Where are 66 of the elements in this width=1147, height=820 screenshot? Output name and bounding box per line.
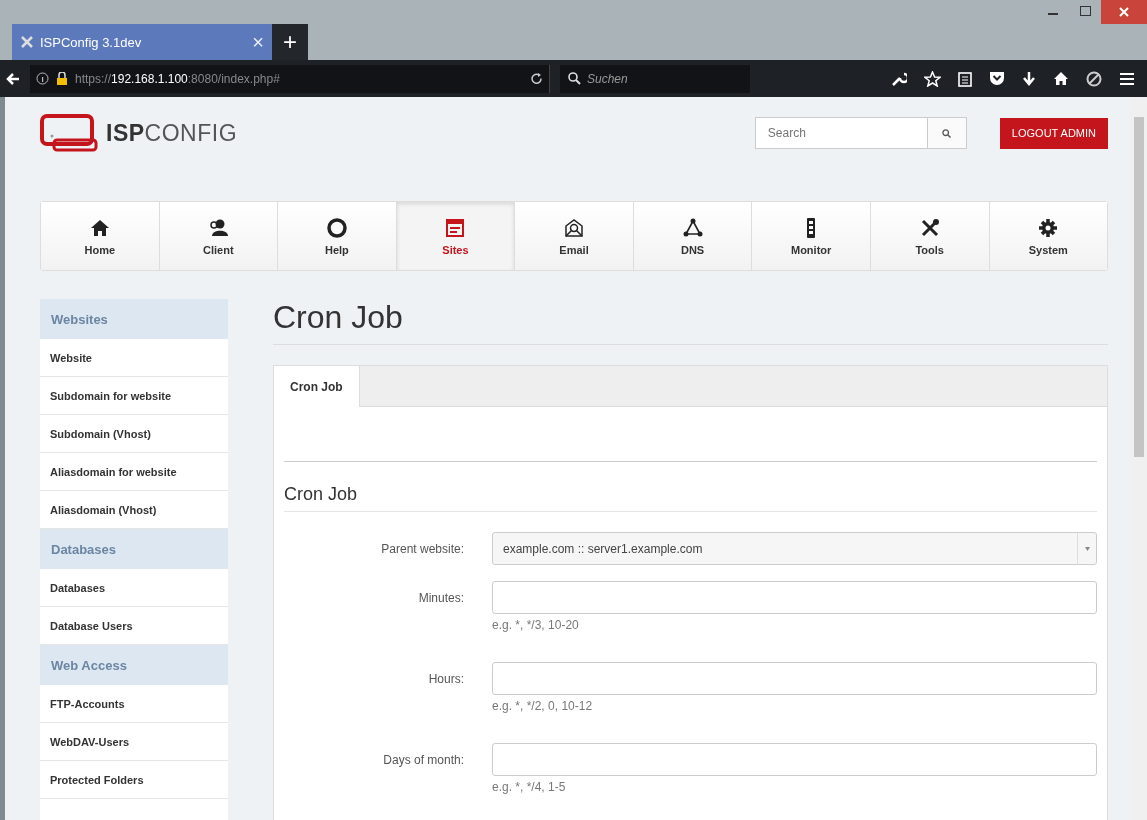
sidebar-item[interactable]: Aliasdomain for website — [40, 453, 228, 491]
home-icon[interactable] — [1053, 71, 1069, 86]
text-field[interactable] — [492, 662, 1097, 695]
browser-window-icon — [444, 216, 467, 239]
nav-tab[interactable]: Tools — [870, 202, 990, 270]
sidebar-section-header: Databases — [40, 529, 228, 569]
caret-icon — [1084, 546, 1090, 551]
network-icon — [681, 216, 704, 239]
sidebar-item[interactable]: Subdomain (Vhost) — [40, 415, 228, 453]
reload-icon[interactable] — [530, 72, 543, 85]
tab-title: ISPConfig 3.1dev — [40, 34, 143, 50]
menu-icon[interactable] — [1119, 71, 1135, 86]
blocked-icon[interactable] — [1086, 70, 1102, 87]
scrollbar[interactable] — [1130, 97, 1147, 820]
nav-tab[interactable]: Home — [41, 202, 160, 270]
sidebar-item[interactable]: Databases — [40, 569, 228, 607]
close-icon[interactable] — [1101, 0, 1147, 24]
search-icon — [568, 72, 581, 85]
url-text: https://192.168.1.100:8080/index.php# — [75, 71, 281, 86]
sidebar-item[interactable]: Website — [40, 339, 228, 377]
nav-tab[interactable]: Monitor — [752, 202, 871, 270]
nav-tab[interactable]: Email — [515, 202, 634, 270]
sidebar-item[interactable]: Subdomain for website — [40, 377, 228, 415]
logout-button[interactable]: LOGOUT ADMIN — [999, 117, 1108, 149]
padlock-icon — [55, 72, 69, 85]
sidebar-item[interactable]: WebDAV-Users — [40, 723, 228, 761]
sidebar-item[interactable]: Protected Folders — [40, 761, 228, 799]
search-field[interactable]: Search — [754, 117, 927, 149]
new-tab-button[interactable]: + — [272, 24, 308, 60]
page-title: Cron Job — [273, 299, 1108, 345]
address-bar[interactable]: https://192.168.1.100:8080/index.php# — [30, 64, 550, 93]
sidebar-section-header: Websites — [40, 299, 228, 339]
field-label: Days of month: — [382, 752, 464, 769]
field-label: Minutes: — [417, 590, 464, 607]
star-icon[interactable] — [924, 70, 941, 87]
envelope-icon — [563, 216, 586, 239]
search-icon — [942, 128, 952, 138]
field-hint: e.g. *, */2, 0, 10-12 — [492, 699, 594, 713]
tab-close-button[interactable]: × — [252, 32, 264, 52]
download-arrow-icon[interactable] — [1022, 70, 1036, 87]
field-label: Parent website: — [380, 541, 464, 558]
browser-search-field[interactable]: Suchen — [560, 64, 750, 93]
gear-icon — [1037, 216, 1060, 239]
monitor-logo-icon — [40, 114, 98, 152]
back-arrow-icon[interactable] — [6, 71, 20, 86]
pocket-icon[interactable] — [989, 71, 1005, 86]
search-button[interactable] — [926, 117, 967, 149]
field-label: Hours: — [427, 671, 464, 688]
sidebar-section-header: Web Access — [40, 645, 228, 685]
text-field[interactable] — [492, 581, 1097, 614]
nav-tab[interactable]: DNS — [633, 202, 753, 270]
form-tab[interactable]: Cron Job — [274, 366, 360, 407]
reading-list-icon[interactable] — [958, 70, 972, 87]
nav-tab[interactable]: System — [989, 202, 1108, 270]
info-icon — [36, 72, 49, 85]
nav-tab[interactable]: Sites — [396, 202, 516, 270]
text-field[interactable] — [492, 743, 1097, 776]
field-hint: e.g. *, */4, 1-5 — [492, 780, 567, 794]
parent-website-dropdown[interactable]: example.com :: server1.example.com — [492, 532, 1097, 565]
field-hint: e.g. *, */3, 10-20 — [492, 618, 580, 632]
nav-tab[interactable]: Client — [159, 202, 279, 270]
sidebar-item[interactable]: FTP-Accounts — [40, 685, 228, 723]
logo-text: ISPCONFIG — [106, 119, 238, 147]
section-title: Cron Job — [284, 484, 1097, 512]
nav-tab[interactable]: Help — [278, 202, 397, 270]
browser-tab[interactable]: ISPConfig 3.1dev × — [12, 24, 272, 60]
